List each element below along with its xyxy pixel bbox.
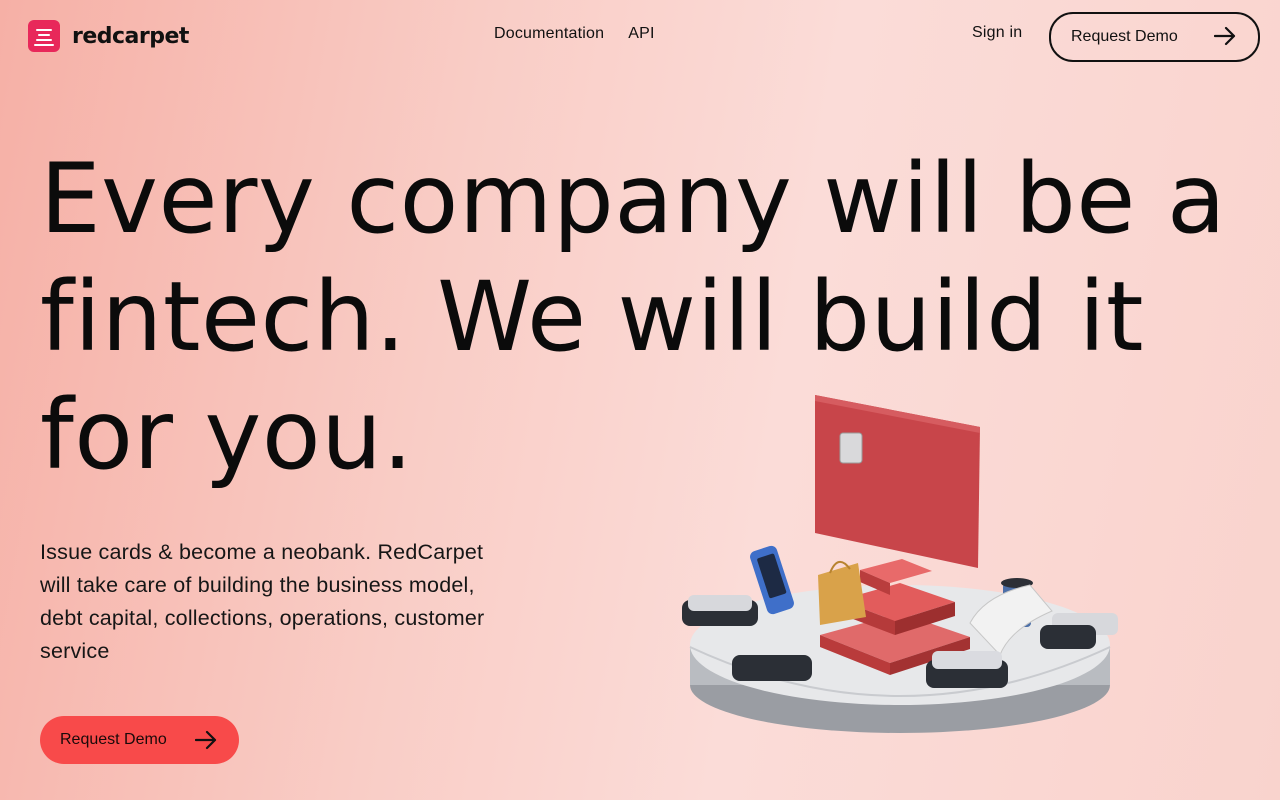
nav-documentation[interactable]: Documentation xyxy=(494,25,604,43)
fintech-platform-illustration xyxy=(682,395,1118,733)
main-nav: Documentation API xyxy=(494,25,655,43)
nav-api[interactable]: API xyxy=(628,25,654,43)
logo-mark-icon xyxy=(28,20,60,52)
hero-request-demo-button[interactable]: Request Demo xyxy=(40,716,239,764)
hero-subtitle: Issue cards & become a neobank. RedCarpe… xyxy=(40,540,485,663)
arrow-right-icon xyxy=(1214,26,1236,46)
arrow-right-icon xyxy=(195,730,217,750)
header-request-demo-button[interactable]: Request Demo xyxy=(1049,12,1260,62)
credit-card-icon xyxy=(815,395,980,568)
brand-logo[interactable]: redcarpet xyxy=(28,20,189,52)
brand-name: redcarpet xyxy=(72,23,189,49)
shopping-bag-icon xyxy=(818,561,866,625)
hero-request-demo-label: Request Demo xyxy=(60,731,167,748)
sign-in-link[interactable]: Sign in xyxy=(972,24,1022,42)
site-header: redcarpet Documentation API Sign in Requ… xyxy=(0,0,1280,72)
header-request-demo-label: Request Demo xyxy=(1071,28,1178,45)
